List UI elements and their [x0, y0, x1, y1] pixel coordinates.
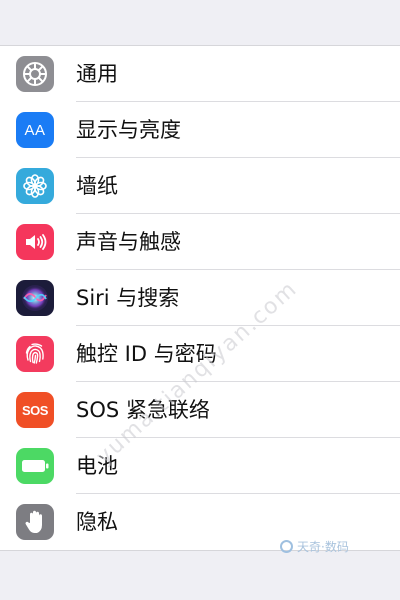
- siri-icon: [16, 280, 54, 316]
- settings-row-battery[interactable]: 电池: [0, 438, 400, 494]
- sos-icon: SOS: [16, 392, 54, 428]
- fingerprint-icon: [16, 336, 54, 372]
- settings-row-label: 触控 ID 与密码: [76, 342, 217, 366]
- settings-row-label: 墙纸: [76, 174, 118, 198]
- speaker-icon: [16, 224, 54, 260]
- settings-row-wallpaper[interactable]: 墙纸: [0, 158, 400, 214]
- settings-screen: 通用 AA 显示与亮度 墙纸 声音与触感 Siri 与搜索 触控 ID 与密码 …: [0, 0, 400, 600]
- settings-row-label: 声音与触感: [76, 230, 181, 254]
- settings-row-label: Siri 与搜索: [76, 286, 180, 310]
- flower-icon: [16, 168, 54, 204]
- settings-row-sos[interactable]: SOS SOS 紧急联络: [0, 382, 400, 438]
- settings-row-label: 显示与亮度: [76, 118, 181, 142]
- bottom-spacer: [0, 551, 400, 599]
- settings-row-label: 电池: [76, 454, 118, 478]
- settings-row-display[interactable]: AA 显示与亮度: [0, 102, 400, 158]
- hand-icon: [16, 504, 54, 540]
- settings-row-touchid[interactable]: 触控 ID 与密码: [0, 326, 400, 382]
- settings-row-sounds[interactable]: 声音与触感: [0, 214, 400, 270]
- battery-icon: [16, 448, 54, 484]
- gear-icon: [16, 56, 54, 92]
- settings-row-general[interactable]: 通用: [0, 46, 400, 102]
- settings-row-privacy[interactable]: 隐私: [0, 494, 400, 550]
- settings-row-label: SOS 紧急联络: [76, 398, 210, 422]
- text-size-icon-label: AA: [24, 121, 46, 139]
- settings-list: 通用 AA 显示与亮度 墙纸 声音与触感 Siri 与搜索 触控 ID 与密码 …: [0, 46, 400, 551]
- sos-icon-label: SOS: [22, 402, 48, 418]
- text-size-icon: AA: [16, 112, 54, 148]
- settings-row-label: 隐私: [76, 510, 118, 534]
- top-spacer: [0, 0, 400, 46]
- settings-row-siri[interactable]: Siri 与搜索: [0, 270, 400, 326]
- settings-row-label: 通用: [76, 62, 118, 86]
